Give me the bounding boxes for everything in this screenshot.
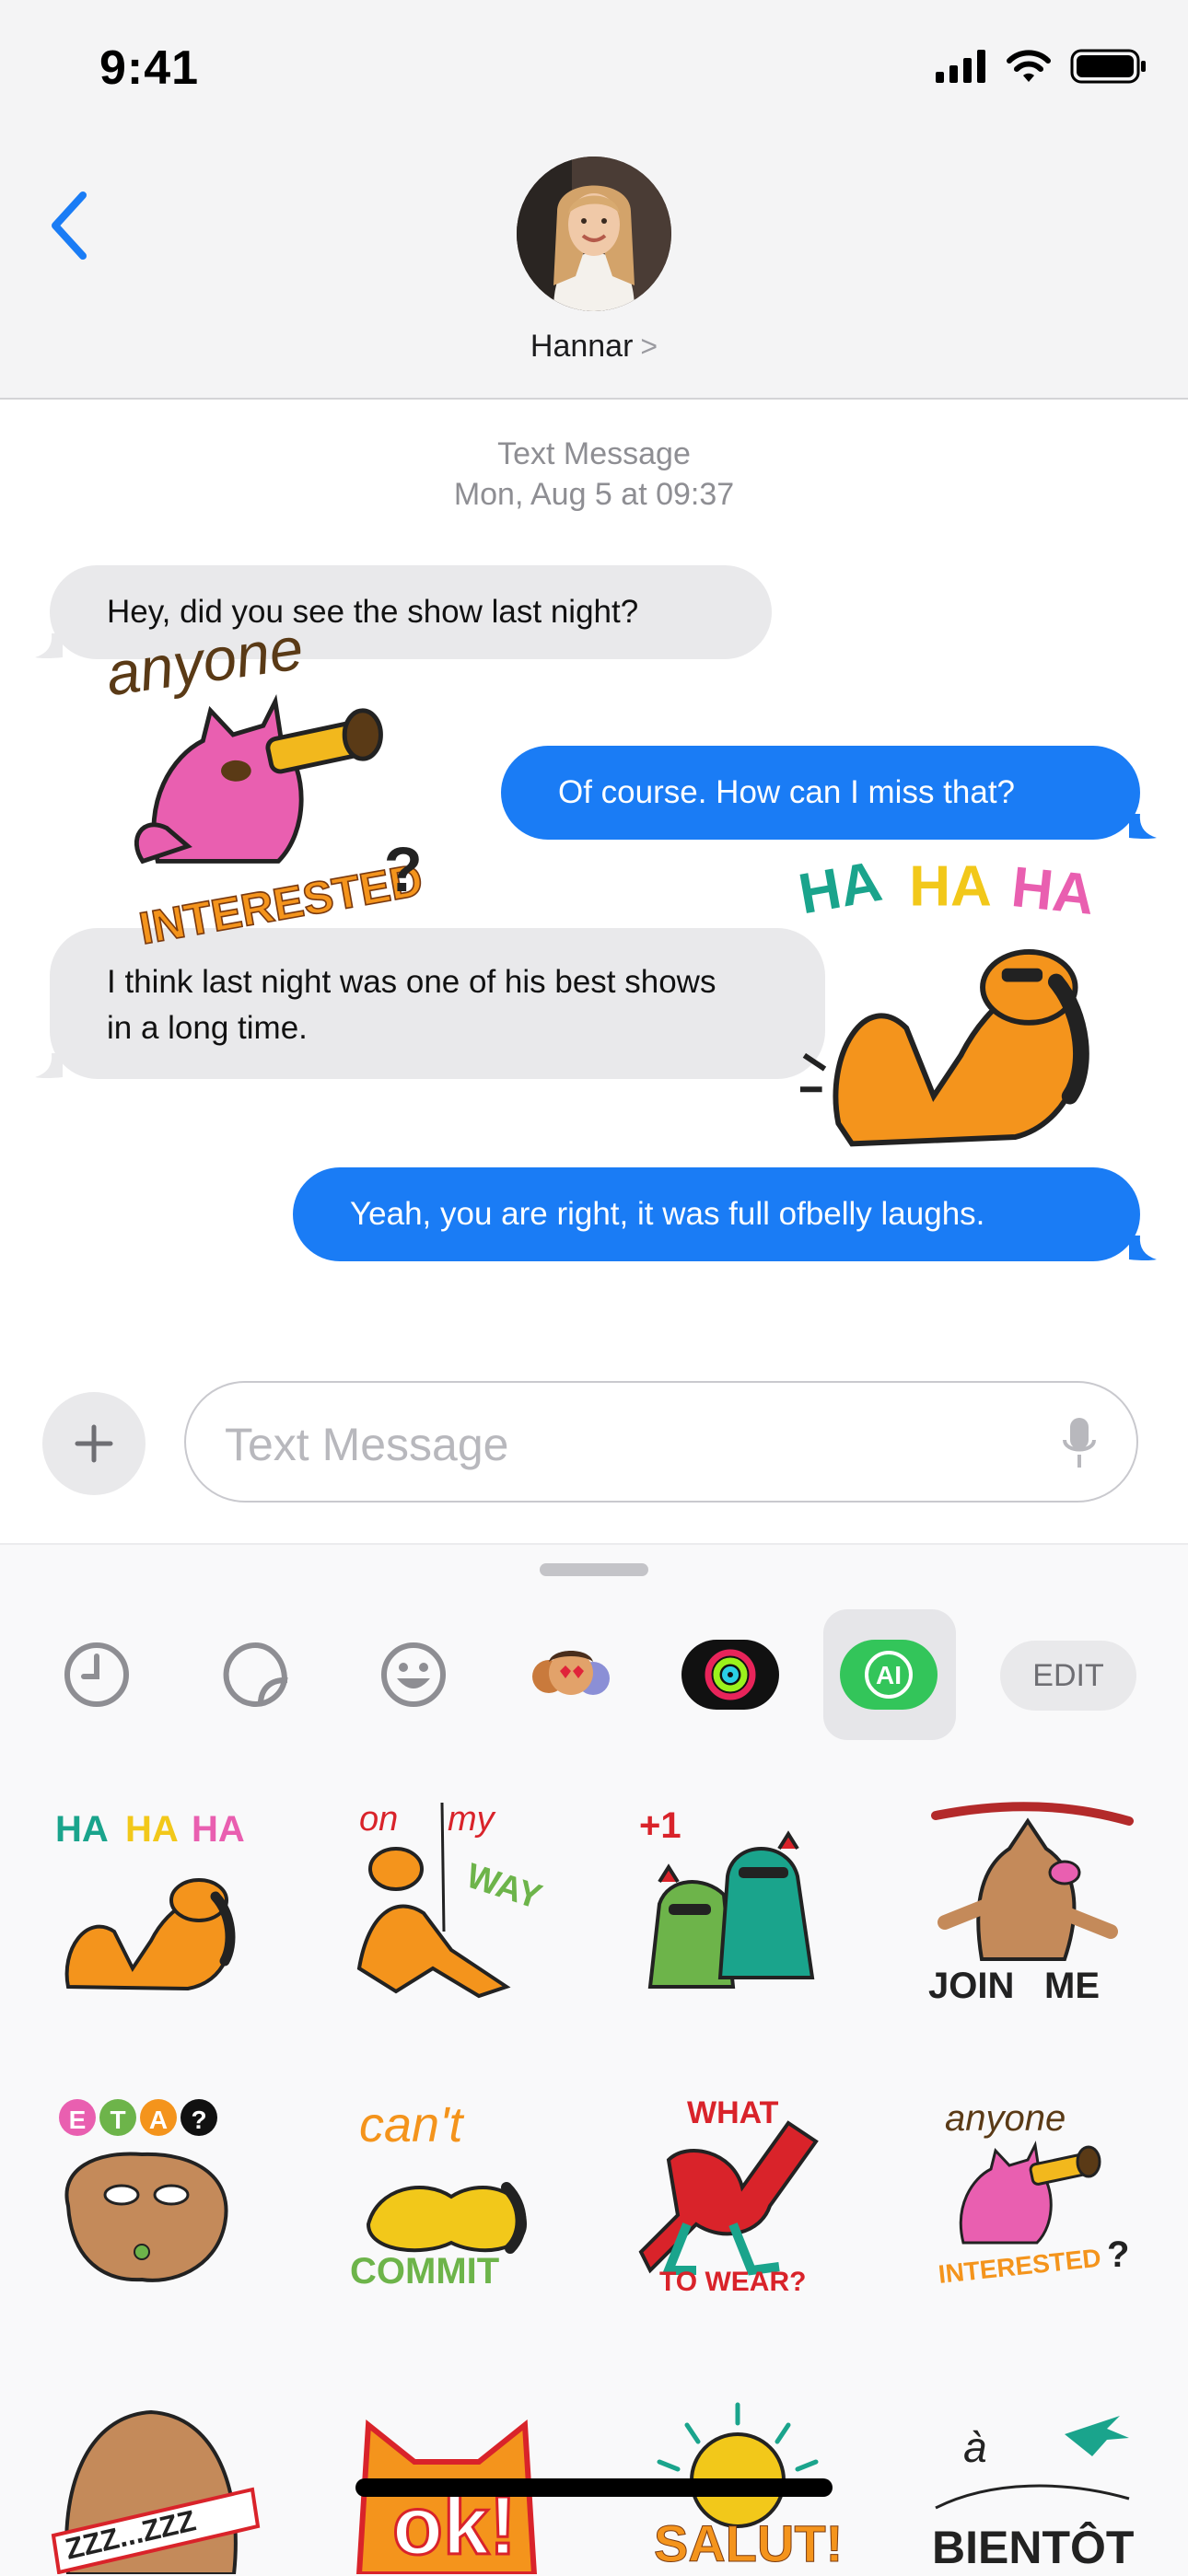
sticker-anyone-interested[interactable]: anyone INTERESTED ? xyxy=(926,2086,1138,2298)
drawer-grabber[interactable] xyxy=(540,1563,648,1576)
sticker-text: HA xyxy=(909,855,992,919)
apps-plus-button[interactable] xyxy=(42,1392,146,1495)
message-timestamp: Mon, Aug 5 at 09:37 xyxy=(453,477,735,512)
sticker-text: INTERESTED xyxy=(135,855,426,954)
sticker-text: ? xyxy=(384,834,423,905)
sticker-cant-commit[interactable]: can't COMMIT xyxy=(341,2086,553,2298)
status-time: 9:41 xyxy=(99,41,200,95)
sticker-text: +1 xyxy=(639,1805,681,1846)
memoji-icon xyxy=(532,1651,610,1695)
home-indicator[interactable] xyxy=(355,2478,833,2497)
bubble-tail xyxy=(1129,1236,1157,1260)
message-service-label: Text Message xyxy=(497,436,691,471)
sticker-what-to-wear[interactable]: WHAT TO WEAR? xyxy=(632,2086,844,2298)
sticker-text: A xyxy=(149,2106,168,2134)
message-text: Yeah, you are right, it was full ofbelly… xyxy=(350,1196,985,1232)
sticker-text: WAY xyxy=(461,1857,546,1918)
outgoing-message-bubble[interactable]: Of course. How can I miss that? xyxy=(501,746,1140,840)
activity-rings-icon xyxy=(681,1640,779,1710)
sticker-text: anyone xyxy=(945,2098,1066,2139)
sticker-text: COMMIT xyxy=(350,2251,499,2292)
status-icons xyxy=(936,48,1147,85)
memoji-tab[interactable] xyxy=(521,1637,623,1712)
sticker-text: my xyxy=(448,1800,496,1839)
edit-button[interactable]: EDIT xyxy=(1000,1641,1136,1711)
sticker-text: HA xyxy=(55,1809,109,1850)
sticker-text: T xyxy=(110,2106,125,2134)
wifi-icon xyxy=(1007,50,1051,82)
sticker-text: can't xyxy=(359,2097,464,2152)
message-text-field[interactable]: Text Message xyxy=(184,1381,1138,1503)
sticker-join-me[interactable]: JOIN ME xyxy=(926,1793,1138,2005)
sticker-text: HA xyxy=(798,851,887,926)
message-text: Of course. How can I miss that? xyxy=(558,774,1016,810)
sticker-text: HA xyxy=(125,1809,179,1850)
outgoing-message-bubble[interactable]: Yeah, you are right, it was full ofbelly… xyxy=(293,1167,1140,1261)
sticker-text: E xyxy=(69,2106,87,2134)
sticker-on-my-way[interactable]: on my WAY xyxy=(341,1793,553,2005)
sticker-zzz[interactable]: ZZZ...ZZZ xyxy=(50,2397,262,2574)
sticker-anyone-interested[interactable]: anyone INTERESTED ? xyxy=(96,635,446,967)
sticker-text: TO WEAR? xyxy=(659,2267,806,2297)
chevron-right-icon: > xyxy=(640,330,658,363)
sticker-text: WHAT xyxy=(687,2095,779,2130)
fitness-tab[interactable] xyxy=(680,1637,781,1712)
sticker-text: INTERESTED xyxy=(937,2244,1102,2289)
back-chevron-icon[interactable] xyxy=(42,184,98,267)
sticker-text: HA xyxy=(192,1809,245,1850)
contact-name-label: Hannar xyxy=(530,329,634,364)
sticker-text: JOIN xyxy=(928,1966,1014,2005)
ai-sticker-tab[interactable]: AI xyxy=(838,1637,939,1712)
contact-name[interactable]: Hannar > xyxy=(0,329,1188,365)
bubble-tail xyxy=(1129,814,1157,839)
message-placeholder: Text Message xyxy=(225,1419,509,1470)
stickers-tab[interactable] xyxy=(204,1637,306,1712)
sticker-ha-ha-ha[interactable]: HA HA HA xyxy=(798,851,1111,1173)
microphone-icon[interactable] xyxy=(1061,1416,1098,1471)
plus-icon xyxy=(75,1424,113,1463)
recents-icon xyxy=(64,1642,129,1707)
battery-icon xyxy=(1070,49,1146,84)
sticker-text: on xyxy=(359,1800,398,1839)
sticker-text: ? xyxy=(191,2106,206,2134)
sticker-text: ? xyxy=(1107,2234,1129,2275)
ai-sticker-icon: AI xyxy=(840,1640,938,1710)
emoji-tab[interactable] xyxy=(363,1637,464,1712)
message-text-line: in a long time. xyxy=(107,1010,308,1046)
emoji-icon xyxy=(381,1642,446,1707)
sticker-plus-one[interactable]: +1 xyxy=(632,1793,844,2005)
sticker-text: ME xyxy=(1044,1966,1100,2005)
sticker-text: BIENTÔT xyxy=(932,2521,1134,2573)
ai-label: AI xyxy=(876,1661,902,1689)
sticker-text: à xyxy=(963,2423,987,2471)
cellular-signal-icon xyxy=(936,50,985,83)
contact-avatar[interactable] xyxy=(517,157,671,311)
sticker-ha-ha-ha[interactable]: HA HA HA xyxy=(50,1793,262,2005)
sticker-eta[interactable]: E T A ? xyxy=(50,2086,262,2298)
sticker-text: SALUT! xyxy=(654,2514,843,2572)
sticker-a-bientot[interactable]: à BIENTÔT xyxy=(926,2397,1138,2574)
recents-tab[interactable] xyxy=(46,1637,147,1712)
sticker-text: HA xyxy=(1008,855,1097,927)
stickers-icon xyxy=(223,1642,288,1707)
message-text: Hey, did you see the show last night? xyxy=(107,594,639,630)
